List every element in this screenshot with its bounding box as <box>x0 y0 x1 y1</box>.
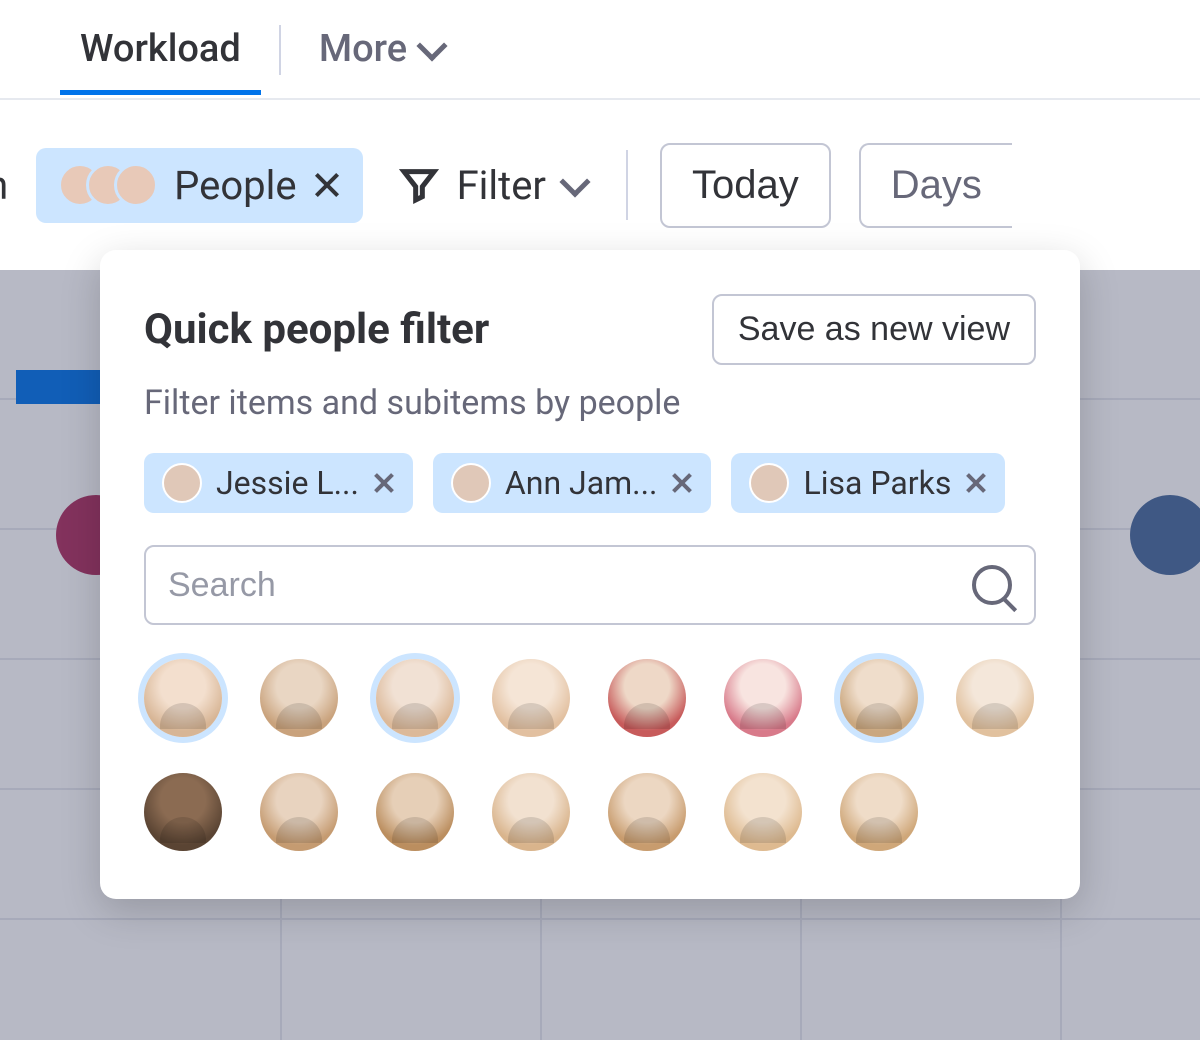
people-search-input[interactable] <box>168 566 972 605</box>
person-avatar[interactable] <box>840 773 918 851</box>
people-filter-popover: Quick people filter Save as new view Fil… <box>100 250 1080 899</box>
remove-person-icon[interactable] <box>965 472 987 494</box>
person-avatar[interactable] <box>840 659 918 737</box>
person-avatar[interactable] <box>724 773 802 851</box>
popover-title: Quick people filter <box>144 305 489 354</box>
person-chip[interactable]: Lisa Parks <box>731 453 1005 513</box>
filter-label: Filter <box>457 162 546 209</box>
tab-more-label: More <box>319 27 407 71</box>
person-avatar[interactable] <box>144 773 222 851</box>
person-chip-name: Lisa Parks <box>803 464 951 502</box>
people-filter-pill[interactable]: People <box>36 148 362 223</box>
chevron-down-icon <box>417 30 448 61</box>
person-avatar[interactable] <box>260 659 338 737</box>
search-icon <box>972 565 1012 605</box>
person-avatar[interactable] <box>492 773 570 851</box>
person-avatar[interactable] <box>608 773 686 851</box>
tab-more[interactable]: More <box>299 17 463 93</box>
person-avatar[interactable] <box>608 659 686 737</box>
people-pill-label: People <box>174 162 296 209</box>
tab-divider <box>279 25 281 75</box>
avatar-icon <box>114 163 158 207</box>
person-avatar[interactable] <box>724 659 802 737</box>
toolbar: rch People Filter Today Days <box>0 100 1200 270</box>
person-avatar[interactable] <box>260 773 338 851</box>
person-avatar[interactable] <box>376 659 454 737</box>
person-avatar[interactable] <box>376 773 454 851</box>
save-as-new-view-button[interactable]: Save as new view <box>712 294 1036 365</box>
remove-person-icon[interactable] <box>671 472 693 494</box>
person-avatar[interactable] <box>492 659 570 737</box>
person-chip[interactable]: Ann Jam... <box>433 453 712 513</box>
tab-workload[interactable]: Workload <box>60 17 261 93</box>
days-button[interactable]: Days <box>859 143 1012 228</box>
person-chip-name: Ann Jam... <box>505 464 658 502</box>
clear-people-icon[interactable] <box>313 171 341 199</box>
search-text-fragment: rch <box>0 162 8 209</box>
filter-icon <box>399 165 439 205</box>
remove-person-icon[interactable] <box>373 472 395 494</box>
person-avatar[interactable] <box>144 659 222 737</box>
avatar-icon <box>451 463 491 503</box>
avatar-icon <box>749 463 789 503</box>
people-avatar-stack <box>58 163 158 207</box>
chevron-down-icon <box>559 166 590 197</box>
view-tabs: Workload More <box>0 0 1200 100</box>
filter-button[interactable]: Filter <box>391 152 594 219</box>
person-chip[interactable]: Jessie L... <box>144 453 413 513</box>
toolbar-divider <box>626 150 628 220</box>
avatar-icon <box>162 463 202 503</box>
today-button[interactable]: Today <box>660 143 831 228</box>
people-search-box[interactable] <box>144 545 1036 625</box>
person-chip-name: Jessie L... <box>216 464 359 502</box>
person-avatar[interactable] <box>956 659 1034 737</box>
popover-subtitle: Filter items and subitems by people <box>144 383 1036 423</box>
selected-people-chips: Jessie L... Ann Jam... Lisa Parks <box>144 453 1036 513</box>
people-avatar-grid <box>144 659 1036 851</box>
